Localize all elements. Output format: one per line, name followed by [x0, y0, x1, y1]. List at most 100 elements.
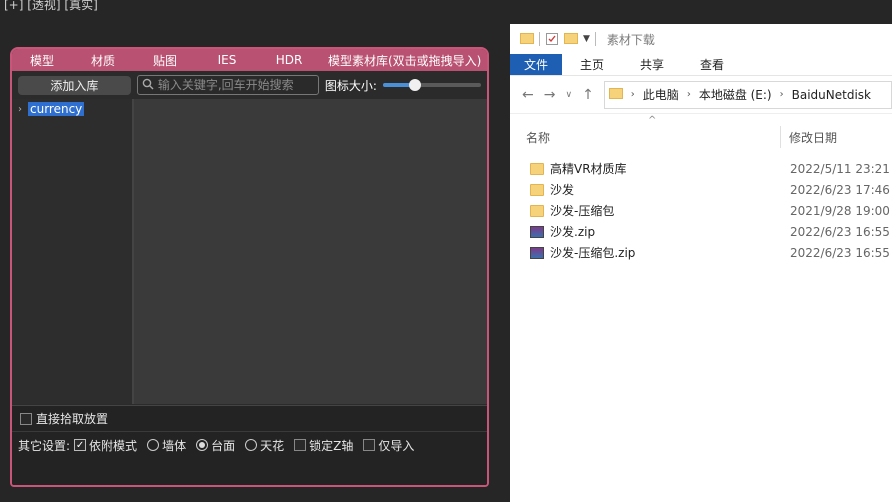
- dropdown-icon[interactable]: ∨: [565, 90, 572, 100]
- file-name: 高精VR材质库: [550, 162, 627, 176]
- file-row[interactable]: 沙发 2022/6/23 17:46: [510, 179, 892, 200]
- file-row[interactable]: 高精VR材质库 2022/5/11 23:21: [510, 158, 892, 179]
- panel-body: › currency: [12, 99, 487, 404]
- file-name: 沙发-压缩包.zip: [550, 246, 636, 260]
- check-icon[interactable]: ✓: [74, 439, 87, 451]
- file-name: 沙发.zip: [550, 225, 596, 239]
- file-row[interactable]: 沙发.zip 2022/6/23 16:55: [510, 221, 892, 242]
- add-to-library-button[interactable]: 添加入库: [18, 75, 131, 95]
- zip-archive-icon: [530, 225, 544, 238]
- ceiling-radio[interactable]: 天花: [245, 437, 284, 454]
- pick-place-row: 直接拾取放置: [12, 406, 487, 432]
- tab-hdr[interactable]: HDR: [258, 53, 320, 67]
- tab-model-library[interactable]: 模型素材库(双击或拖拽导入): [320, 52, 487, 69]
- ribbon-tab-share[interactable]: 共享: [622, 54, 682, 75]
- radio-icon[interactable]: [245, 439, 258, 451]
- chevron-right-icon[interactable]: ›: [687, 89, 691, 100]
- panel-toolbar: 添加入库 图标大小:: [12, 71, 487, 99]
- ribbon-tabs: 文件 主页 共享 查看: [510, 54, 892, 76]
- wall-label: 墙体: [162, 438, 187, 453]
- title-bar: ▼ 素材下载: [510, 24, 892, 54]
- search-input[interactable]: [157, 78, 318, 92]
- column-headers: ^ 名称 修改日期: [510, 115, 892, 152]
- folder-icon: [530, 204, 544, 217]
- folder-icon: [530, 183, 544, 196]
- file-explorer-window: ▼ 素材下载 文件 主页 共享 查看 ← → ∨ ↑ › 此电脑 › 本地磁盘 …: [510, 24, 892, 502]
- pick-place-checkbox[interactable]: [20, 412, 32, 425]
- table-label: 台面: [211, 438, 236, 453]
- breadcrumb-folder[interactable]: BaiduNetdisk: [792, 88, 871, 102]
- model-library-panel: 模型 材质 贴图 IES HDR 模型素材库(双击或拖拽导入) 添加入库 图标大…: [10, 47, 489, 487]
- ceiling-label: 天花: [260, 438, 285, 453]
- separator: [539, 32, 540, 46]
- panel-footer: 直接拾取放置 其它设置: ✓ 依附模式 墙体 台面 天花 锁定Z轴 仅导入: [12, 405, 487, 485]
- properties-icon[interactable]: [545, 31, 559, 48]
- file-list: 高精VR材质库 2022/5/11 23:21 沙发 2022/6/23 17:…: [510, 158, 892, 263]
- column-date[interactable]: 修改日期: [780, 126, 837, 148]
- ribbon-tab-view[interactable]: 查看: [682, 54, 742, 75]
- window-title: 素材下载: [606, 32, 655, 47]
- radio-icon[interactable]: [147, 439, 160, 451]
- ribbon-tab-home[interactable]: 主页: [562, 54, 622, 75]
- zip-archive-icon: [530, 246, 544, 259]
- breadcrumb-drive[interactable]: 本地磁盘 (E:): [699, 86, 772, 103]
- other-settings-label: 其它设置:: [18, 438, 71, 453]
- icon-size-label: 图标大小:: [324, 78, 377, 93]
- folder-icon: [608, 87, 623, 102]
- other-settings-row: 其它设置: ✓ 依附模式 墙体 台面 天花 锁定Z轴 仅导入: [12, 432, 487, 458]
- folder-icon: [530, 162, 544, 175]
- chevron-right-icon[interactable]: ›: [18, 104, 22, 115]
- file-date: 2022/5/11 23:21: [790, 161, 890, 176]
- category-tree: › currency: [12, 99, 134, 404]
- radio-selected-icon[interactable]: [196, 439, 209, 451]
- breadcrumb-this-pc[interactable]: 此电脑: [643, 86, 679, 103]
- tab-model[interactable]: 模型: [12, 52, 72, 69]
- import-only-label: 仅导入: [378, 438, 415, 453]
- folder-icon: [520, 32, 534, 47]
- chevron-right-icon[interactable]: ›: [631, 89, 635, 100]
- tab-ies[interactable]: IES: [196, 53, 258, 67]
- attach-mode-label: 依附模式: [89, 438, 138, 453]
- import-only-option[interactable]: 仅导入: [363, 437, 414, 454]
- file-row[interactable]: 沙发-压缩包 2021/9/28 19:00: [510, 200, 892, 221]
- chevron-right-icon[interactable]: ›: [780, 89, 784, 100]
- address-bar[interactable]: › 此电脑 › 本地磁盘 (E:) › BaiduNetdisk: [603, 80, 892, 109]
- file-date: 2021/9/28 19:00: [790, 203, 890, 218]
- column-name-label: 名称: [526, 130, 551, 145]
- file-row[interactable]: 沙发-压缩包.zip 2022/6/23 16:55: [510, 242, 892, 263]
- file-name: 沙发: [550, 183, 575, 197]
- import-only-checkbox[interactable]: [363, 439, 376, 451]
- search-box[interactable]: [136, 75, 319, 95]
- file-name: 沙发-压缩包: [550, 204, 615, 218]
- ribbon-tab-file[interactable]: 文件: [510, 54, 562, 75]
- table-radio[interactable]: 台面: [196, 437, 235, 454]
- tab-texture[interactable]: 贴图: [134, 52, 196, 69]
- file-date: 2022/6/23 17:46: [790, 182, 890, 197]
- sort-caret-icon: ^: [648, 114, 657, 126]
- panel-tab-bar: 模型 材质 贴图 IES HDR 模型素材库(双击或拖拽导入): [12, 49, 487, 71]
- icon-size-slider[interactable]: [382, 78, 481, 92]
- file-date: 2022/6/23 16:55: [790, 245, 890, 260]
- lock-z-label: 锁定Z轴: [309, 438, 354, 453]
- pick-place-label: 直接拾取放置: [36, 412, 109, 426]
- attach-mode-option[interactable]: ✓ 依附模式: [74, 437, 137, 454]
- model-grid[interactable]: [134, 99, 487, 404]
- lock-z-checkbox[interactable]: [294, 439, 307, 451]
- search-icon: [142, 78, 154, 93]
- tab-material[interactable]: 材质: [72, 52, 134, 69]
- separator: [594, 32, 596, 46]
- wall-radio[interactable]: 墙体: [147, 437, 186, 454]
- slider-handle[interactable]: [409, 79, 422, 91]
- tree-item-label: currency: [28, 102, 85, 116]
- new-folder-icon[interactable]: [564, 32, 578, 47]
- lock-z-option[interactable]: 锁定Z轴: [294, 437, 353, 454]
- address-row: ← → ∨ ↑ › 此电脑 › 本地磁盘 (E:) › BaiduNetdisk: [510, 76, 892, 114]
- up-arrow-icon[interactable]: ↑: [582, 87, 594, 103]
- column-name[interactable]: ^ 名称: [510, 115, 780, 146]
- back-arrow-icon[interactable]: ←: [522, 87, 534, 103]
- tree-item-currency[interactable]: › currency: [12, 101, 132, 117]
- viewport-label[interactable]: [+] [透视] [真实]: [4, 0, 98, 13]
- forward-arrow-icon[interactable]: →: [544, 87, 556, 103]
- file-date: 2022/6/23 16:55: [790, 224, 890, 239]
- chevron-down-icon[interactable]: ▼: [583, 34, 590, 44]
